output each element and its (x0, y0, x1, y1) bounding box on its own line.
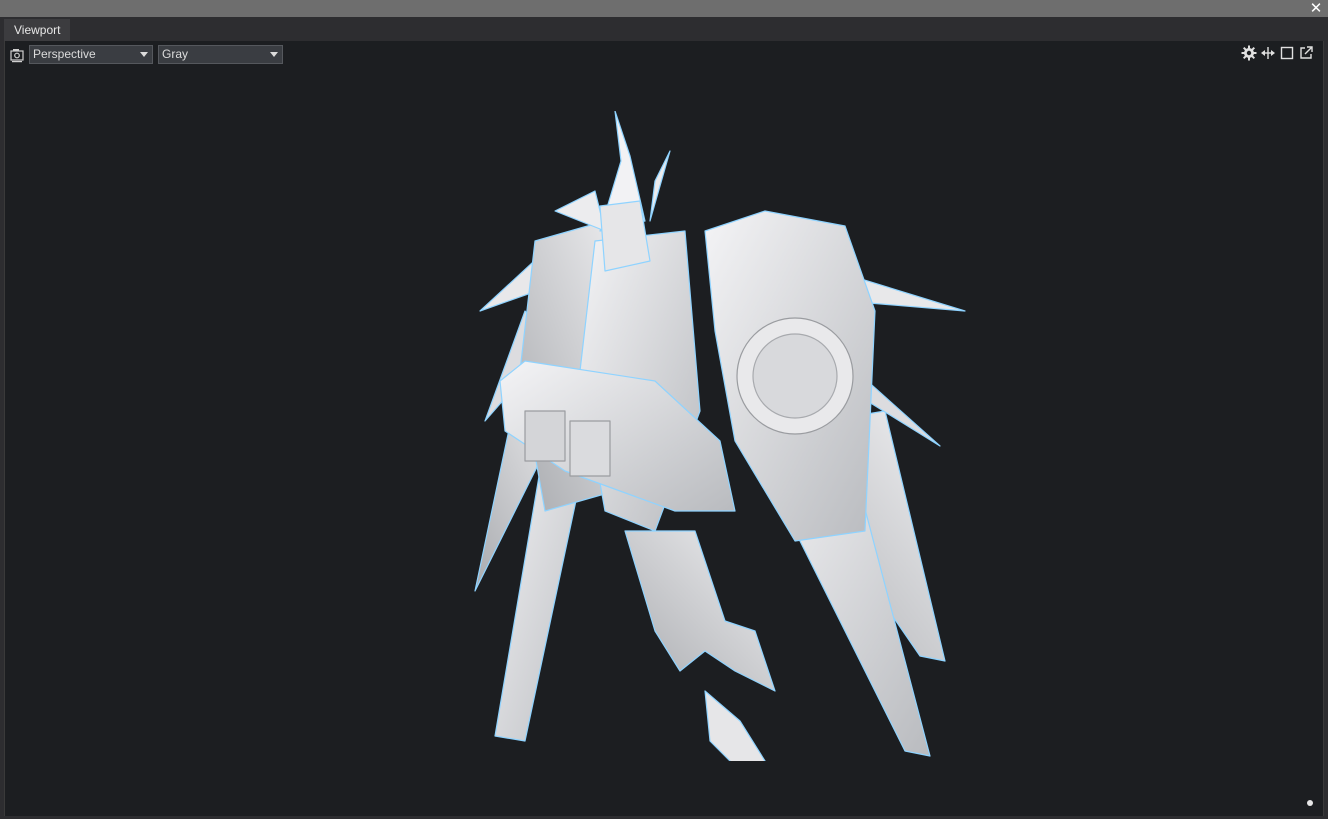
shading-value: Gray (162, 47, 189, 61)
tab-viewport[interactable]: Viewport (4, 19, 71, 41)
3d-viewport[interactable]: Perspective Gray (4, 41, 1324, 816)
orientation-dot[interactable] (1307, 800, 1313, 806)
close-button[interactable]: ✕ (1308, 0, 1324, 17)
viewport-window: ✕ Viewport Perspective Gray (0, 0, 1328, 819)
3d-model-mesh[interactable] (465, 111, 975, 761)
chevron-down-icon (140, 52, 148, 57)
window-title-bar: ✕ (0, 0, 1328, 17)
shading-dropdown[interactable]: Gray (158, 45, 283, 64)
pop-out-icon[interactable] (1298, 45, 1314, 61)
maximize-icon[interactable] (1279, 45, 1295, 61)
gear-icon[interactable] (1241, 45, 1257, 61)
projection-value: Perspective (33, 47, 96, 61)
camera-icon[interactable] (10, 47, 26, 63)
projection-dropdown[interactable]: Perspective (29, 45, 153, 64)
chevron-down-icon (270, 52, 278, 57)
tab-bar: Viewport (0, 17, 1328, 41)
viewport-controls (1241, 45, 1321, 63)
pan-arrows-icon[interactable] (1260, 45, 1276, 61)
